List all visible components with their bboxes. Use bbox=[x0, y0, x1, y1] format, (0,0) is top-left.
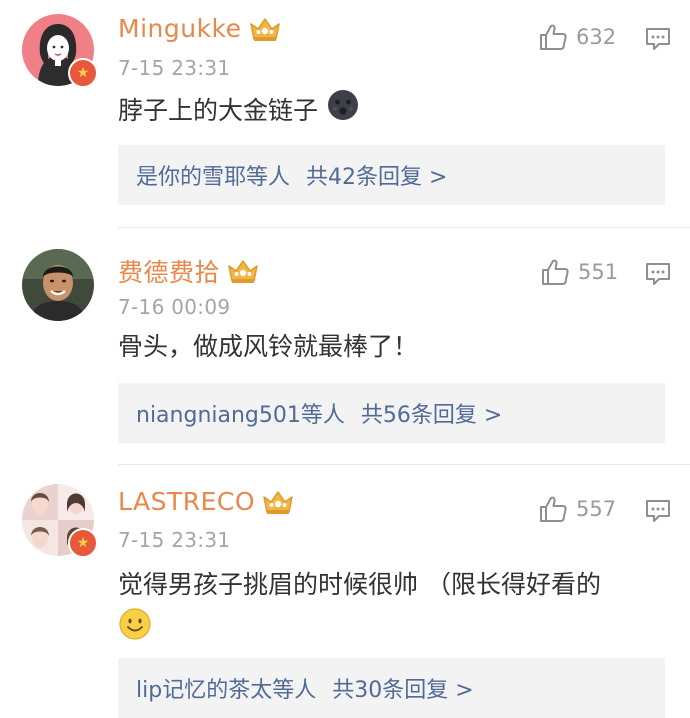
reply-users: 是你的雪耶等人 bbox=[136, 165, 291, 190]
smile-emoji-icon bbox=[118, 607, 152, 655]
reply-summary-link[interactable]: lip记忆的茶太等人 共30条回复 > bbox=[118, 658, 665, 718]
comment-body: 觉得男孩子挑眉的时候很帅 （限长得好看的 bbox=[118, 570, 601, 599]
thumbs-up-icon bbox=[540, 257, 570, 287]
verified-badge-icon: ★ bbox=[68, 58, 98, 88]
divider bbox=[118, 227, 690, 228]
like-count: 557 bbox=[576, 497, 617, 521]
verified-badge-icon: ★ bbox=[68, 528, 98, 558]
username-row: Mingukke bbox=[118, 14, 282, 43]
crown-icon bbox=[261, 488, 295, 516]
username[interactable]: LASTRECO bbox=[118, 487, 255, 516]
comment-item: ★ Mingukke 7-15 23:31 632 脖子上的大金链子 是你的雪耶… bbox=[0, 0, 690, 228]
reply-count: 共30条回复 > bbox=[332, 678, 474, 703]
comment-text: 骨头，做成风铃就最棒了！ bbox=[118, 325, 662, 369]
comment-body: 骨头，做成风铃就最棒了！ bbox=[118, 332, 419, 361]
reply-button[interactable] bbox=[645, 262, 671, 286]
reply-summary-link[interactable]: 是你的雪耶等人 共42条回复 > bbox=[118, 145, 665, 205]
username[interactable]: Mingukke bbox=[118, 14, 242, 43]
like-count: 632 bbox=[576, 25, 617, 49]
comment-bubble-icon bbox=[645, 27, 671, 51]
reply-count: 共56条回复 > bbox=[360, 403, 503, 428]
like-button[interactable]: 557 bbox=[538, 494, 616, 524]
username-row: LASTRECO bbox=[118, 487, 295, 516]
comment-text: 觉得男孩子挑眉的时候很帅 （限长得好看的 bbox=[118, 563, 662, 655]
comment-text: 脖子上的大金链子 bbox=[118, 88, 662, 136]
divider bbox=[118, 464, 690, 465]
reply-button[interactable] bbox=[645, 499, 671, 523]
username[interactable]: 费德费拾 bbox=[118, 253, 220, 289]
avatar[interactable] bbox=[22, 249, 94, 321]
thumbs-up-icon bbox=[538, 494, 568, 524]
username-row: 费德费拾 bbox=[118, 253, 260, 289]
timestamp: 7-15 23:31 bbox=[118, 56, 231, 80]
crown-icon bbox=[248, 15, 282, 43]
like-button[interactable]: 632 bbox=[538, 22, 616, 52]
like-count: 551 bbox=[578, 260, 619, 284]
reply-summary-link[interactable]: niangniang501等人 共56条回复 > bbox=[118, 383, 665, 443]
avatar[interactable]: ★ bbox=[22, 484, 98, 558]
comment-item: 费德费拾 7-16 00:09 551 骨头，做成风铃就最棒了！ niangni… bbox=[0, 229, 690, 465]
comment-item: ★ LASTRECO 7-15 23:31 557 觉得男孩子挑眉的时候很帅 （… bbox=[0, 466, 690, 718]
comment-bubble-icon bbox=[645, 262, 671, 286]
timestamp: 7-16 00:09 bbox=[118, 295, 231, 319]
reply-users: lip记忆的茶太等人 bbox=[136, 678, 317, 703]
thumbs-up-icon bbox=[538, 22, 568, 52]
timestamp: 7-15 23:31 bbox=[118, 528, 231, 552]
dark-face-emoji-icon bbox=[326, 88, 360, 136]
like-button[interactable]: 551 bbox=[540, 257, 618, 287]
avatar[interactable]: ★ bbox=[22, 14, 98, 88]
reply-count: 共42条回复 > bbox=[306, 165, 448, 190]
reply-button[interactable] bbox=[645, 27, 671, 51]
comment-bubble-icon bbox=[645, 499, 671, 523]
man-photo-avatar bbox=[22, 249, 94, 321]
reply-users: niangniang501等人 bbox=[136, 403, 345, 428]
comment-body: 脖子上的大金链子 bbox=[118, 96, 319, 125]
crown-icon bbox=[226, 257, 260, 285]
